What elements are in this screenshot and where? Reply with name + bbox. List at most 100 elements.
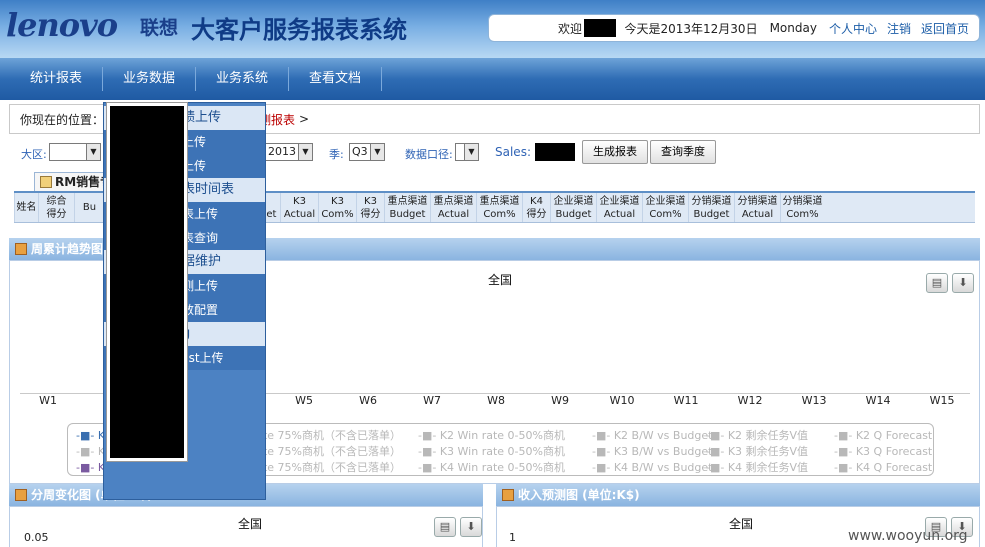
nav-item-view-docs[interactable]: 查看文档 (289, 67, 383, 91)
header-cell-line: 得分 (46, 209, 67, 220)
download-icon[interactable]: ⬇ (460, 517, 482, 537)
generate-report-button[interactable]: 生成报表 (582, 140, 648, 164)
header-cell-line: 姓名 (16, 202, 37, 213)
header-cell-line: 重点渠道 (479, 196, 520, 207)
legend-label: K3 Win rate 0-50%商机 (439, 445, 565, 458)
nav-item-stats-reports[interactable]: 统计报表 (10, 67, 104, 91)
legend-marker-icon: -■- (834, 429, 856, 442)
legend-item[interactable]: -■- K4 B/W vs Budget (592, 461, 712, 475)
weekday-text: Monday (769, 21, 817, 35)
header-cell-line: 得分 (360, 209, 381, 220)
revenue-forecast-title: 收入预测图 (单位:K$) (518, 488, 640, 502)
year-select[interactable]: 2013 ▼ (265, 143, 313, 161)
table-header-cell: 综合 得分 (38, 193, 74, 222)
quarter-select[interactable]: Q3 ▼ (349, 143, 385, 161)
download-icon[interactable]: ⬇ (952, 273, 974, 293)
legend-item[interactable]: -■- K4 Win rate 0-50%商机 (418, 461, 565, 475)
year-value: 2013 (268, 145, 296, 158)
nav-item-business-system[interactable]: 业务系统 (196, 67, 290, 91)
header-cell-line: 重点渠道 (387, 196, 428, 207)
header-cell-line: 企业渠道 (645, 196, 686, 207)
x-tick-label: W8 (487, 394, 505, 407)
x-tick-label: W10 (609, 394, 635, 407)
legend-marker-icon: -■- (834, 461, 856, 474)
main-nav: 统计报表 业务数据 业务系统 查看文档 (0, 58, 985, 100)
legend-marker-icon: -■- (418, 429, 440, 442)
region-label: 大区: (21, 148, 47, 161)
legend-label: K2 剩余任务V值 (727, 429, 809, 442)
header-cell-line: 分销渠道 (737, 196, 778, 207)
profile-link[interactable]: 个人中心 (829, 20, 877, 37)
legend-item[interactable]: -■- K2 剩余任务V值 (706, 429, 808, 443)
legend-marker-icon: -■- (76, 461, 98, 474)
header-cell-line: 分销渠道 (691, 196, 732, 207)
header-cell-line: Bu (82, 202, 97, 213)
redacted-sales-input[interactable] (535, 143, 575, 161)
legend-marker-icon: -■- (706, 445, 728, 458)
chevron-down-icon: ▼ (86, 144, 100, 160)
revenue-forecast-panel-header: 收入预测图 (单位:K$) (496, 484, 980, 506)
header-cell-line: 综合 (46, 196, 67, 207)
legend-marker-icon: -■- (592, 429, 614, 442)
header-cell-line: K4 (530, 196, 543, 207)
quarter-value: Q3 (352, 145, 368, 158)
chevron-down-icon: ▼ (298, 144, 312, 160)
legend-item[interactable]: -■- K3 剩余任务V值 (706, 445, 808, 459)
nav-item-business-data[interactable]: 业务数据 (103, 67, 197, 91)
table-header-cell: K3 Actual (280, 193, 318, 222)
legend-label: K4 Win rate 0-50%商机 (439, 461, 565, 474)
legend-item[interactable]: -■- K2 Q Forecast (834, 429, 932, 443)
legend-item[interactable]: -■- K4 剩余任务V值 (706, 461, 808, 475)
table-header-cell: K3 Com% (318, 193, 356, 222)
region-select[interactable]: ▼ (49, 143, 101, 161)
table-header-cell: 重点渠道 Actual (430, 193, 476, 222)
legend-marker-icon: -■- (76, 445, 98, 458)
weekly-change-panel-body: 全国 ▤ ⬇ 0.05 (9, 506, 483, 547)
legend-label: K4 B/W vs Budget (613, 461, 713, 474)
watermark-text: www.wooyun.org (848, 528, 968, 544)
x-tick-label: W1 (39, 394, 57, 407)
redacted-username (584, 19, 617, 37)
legend-label: K4 剩余任务V值 (727, 461, 809, 474)
x-tick-label: W15 (929, 394, 955, 407)
legend-marker-icon: -■- (418, 445, 440, 458)
table-header-cell: 分销渠道 Budget (688, 193, 734, 222)
x-tick-label: W14 (865, 394, 891, 407)
caliber-label: 数据口径: (405, 148, 453, 161)
header-cell-line: Com% (649, 209, 682, 220)
legend-marker-icon: -■- (592, 461, 614, 474)
legend-label: K2 Win rate 0-50%商机 (439, 429, 565, 442)
revenue-forecast-chart-title: 全国 (728, 517, 753, 531)
brand-name-cn: 联想 (140, 17, 179, 39)
legend-item[interactable]: -■- K2 B/W vs Budget (592, 429, 712, 443)
header-cell-line: Actual (603, 209, 636, 220)
legend-label: K3 B/W vs Budget (613, 445, 713, 458)
chart-icon (15, 243, 27, 255)
legend-item[interactable]: -■- K3 Q Forecast (834, 445, 932, 459)
print-icon[interactable]: ▤ (926, 273, 948, 293)
breadcrumb-label: 你现在的位置： (20, 112, 105, 127)
header-cell-line: Actual (283, 209, 316, 220)
table-header-cell: 企业渠道 Budget (550, 193, 596, 222)
table-header-cell: K4 得分 (522, 193, 550, 222)
header-cell-line: Actual (741, 209, 774, 220)
table-header-cell: 重点渠道 Budget (384, 193, 430, 222)
query-quarter-button[interactable]: 查询季度 (650, 140, 716, 164)
legend-item[interactable]: -■- K2 Win rate 0-50%商机 (418, 429, 565, 443)
header-cell-line: 企业渠道 (599, 196, 640, 207)
legend-item[interactable]: -■- K3 Win rate 0-50%商机 (418, 445, 565, 459)
x-tick-label: W5 (295, 394, 313, 407)
header-cell-line: Budget (555, 209, 592, 220)
header-banner: lenovo 联想 大客户服务报表系统 欢迎 今天是2013年12月30日 Mo… (0, 0, 985, 58)
legend-marker-icon: -■- (834, 445, 856, 458)
legend-item[interactable]: -■- K3 B/W vs Budget (592, 445, 712, 459)
legend-item[interactable]: -■- K4 Q Forecast (834, 461, 932, 475)
caliber-select[interactable]: ▼ (455, 143, 479, 161)
header-cell-line: K3 (293, 196, 306, 207)
header-cell-line: K3 (364, 196, 377, 207)
home-link[interactable]: 返回首页 (921, 20, 969, 37)
logout-link[interactable]: 注销 (887, 20, 911, 37)
header-cell-line: Actual (437, 209, 470, 220)
header-cell-line: Budget (693, 209, 730, 220)
print-icon[interactable]: ▤ (434, 517, 456, 537)
